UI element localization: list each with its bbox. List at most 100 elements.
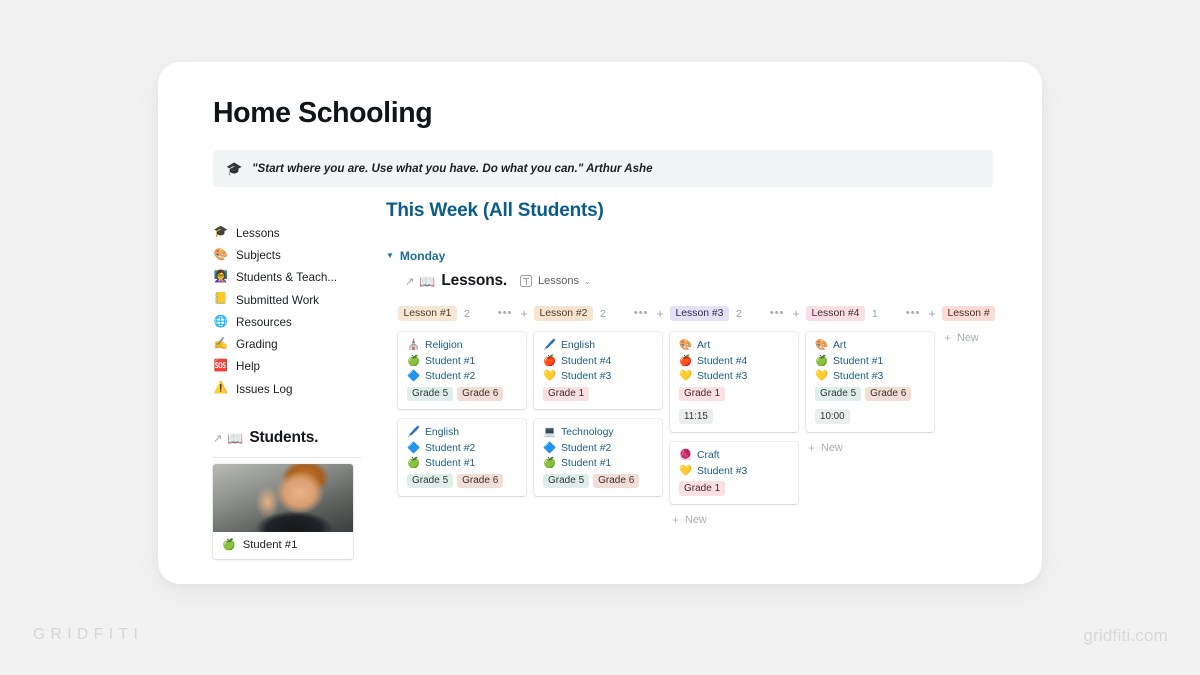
column-badge[interactable]: Lesson # bbox=[942, 305, 996, 322]
column-menu-icon[interactable]: ••• bbox=[498, 308, 513, 319]
student-label: Student #2 bbox=[425, 371, 476, 382]
screenshot-stage: GRIDFITI gridfiti.com Home Schooling 🎓 "… bbox=[0, 0, 1200, 675]
board-column: Lesson #4 1 ••• + 🎨 Art 🍏 Student #1 💛 Student #3… bbox=[806, 304, 942, 526]
student-label: Student #1 bbox=[425, 355, 476, 367]
board-view-icon bbox=[520, 275, 532, 287]
board-card[interactable]: 🖊️ English 🔷 Student #2 🍏 Student #1 Grade 5 Gr… bbox=[398, 419, 526, 496]
student-icon: 🔷 bbox=[543, 441, 557, 454]
board-column: Lesson #2 2 ••• + 🖊️ English 🍎 Student #4 💛 Stude… bbox=[534, 304, 670, 526]
open-link-icon: ↗ bbox=[213, 432, 223, 445]
card-time-row: 11:15 bbox=[679, 406, 789, 424]
grade-tag: Grade 1 bbox=[679, 481, 726, 496]
add-card-icon[interactable]: + bbox=[792, 307, 800, 320]
card-student-row: 🍏 Student #1 bbox=[543, 458, 653, 469]
sidebar-item-label: Help bbox=[236, 360, 261, 374]
subject-icon: 🎨 bbox=[815, 339, 829, 352]
sidebar-item-subjects[interactable]: 🎨 Subjects bbox=[213, 244, 363, 266]
chevron-down-icon: ▼ bbox=[386, 251, 394, 260]
student-label: Student #4 bbox=[697, 355, 748, 367]
board-column-body: + New bbox=[942, 332, 1031, 344]
student-icon: 💛 bbox=[543, 370, 557, 383]
sidebar-item-students-teach[interactable]: 👩‍🏫 Students & Teach... bbox=[213, 267, 363, 289]
group-label: Monday bbox=[399, 249, 446, 263]
plus-icon: + bbox=[944, 331, 952, 345]
quote-callout: 🎓 "Start where you are. Use what you hav… bbox=[213, 150, 993, 187]
column-menu-icon[interactable]: ••• bbox=[770, 308, 785, 319]
grade-tag: Grade 1 bbox=[543, 386, 590, 401]
grade-tag: Grade 1 bbox=[679, 386, 726, 401]
add-card-icon[interactable]: + bbox=[520, 307, 528, 320]
column-badge[interactable]: Lesson #3 bbox=[670, 305, 729, 322]
card-tag-row: Grade 1 bbox=[543, 386, 653, 401]
column-badge[interactable]: Lesson #2 bbox=[534, 305, 593, 322]
subject-label: Art bbox=[697, 340, 711, 351]
board-card[interactable]: 🖊️ English 🍎 Student #4 💛 Student #3 Grade 1 bbox=[534, 332, 662, 409]
student-label: Student #1 bbox=[425, 458, 476, 469]
main-content: This Week (All Students) ▼ Monday ↗ 📖 Le… bbox=[386, 200, 1031, 570]
student-gallery-card[interactable]: 🍏 Student #1 bbox=[213, 464, 353, 559]
subject-icon: 🧶 bbox=[679, 449, 693, 462]
board-column-header: Lesson #2 2 ••• + bbox=[534, 304, 670, 323]
time-badge: 11:15 bbox=[679, 409, 713, 424]
group-toggle-monday[interactable]: ▼ Monday bbox=[386, 249, 1031, 263]
card-student-row: 🔷 Student #2 bbox=[407, 443, 517, 454]
new-card-button[interactable]: + New bbox=[670, 514, 806, 526]
view-selector[interactable]: Lessons ⌄ bbox=[520, 275, 591, 287]
student-icon: 🍏 bbox=[543, 457, 557, 470]
card-student-row: 🍏 Student #1 bbox=[407, 458, 517, 469]
warning-emoji: ⚠️ bbox=[213, 382, 229, 395]
add-card-icon[interactable]: + bbox=[656, 307, 664, 320]
pencil-emoji: ✍️ bbox=[213, 337, 229, 350]
card-subject-row: ⛪ Religion bbox=[407, 340, 517, 351]
card-student-row: 💛 Student #3 bbox=[543, 371, 653, 382]
new-card-button[interactable]: + New bbox=[942, 332, 1031, 344]
open-link-icon[interactable]: ↗ bbox=[405, 275, 414, 288]
student-icon: 💛 bbox=[679, 464, 693, 477]
add-card-icon[interactable]: + bbox=[928, 307, 936, 320]
new-card-button[interactable]: + New bbox=[806, 442, 942, 454]
column-badge[interactable]: Lesson #1 bbox=[398, 305, 457, 322]
sidebar-item-grading[interactable]: ✍️ Grading bbox=[213, 333, 363, 355]
card-subject-row: 🖊️ English bbox=[543, 340, 653, 351]
student-icon: 🍏 bbox=[407, 457, 421, 470]
column-count: 1 bbox=[871, 307, 878, 320]
new-card-label: New bbox=[957, 332, 979, 344]
column-menu-icon[interactable]: ••• bbox=[634, 308, 649, 319]
sidebar-item-issues-log[interactable]: ⚠️ Issues Log bbox=[213, 378, 363, 400]
card-student-row: 🍏 Student #1 bbox=[815, 356, 925, 367]
graduation-cap-icon: 🎓 bbox=[226, 161, 243, 176]
student-label: Student #1 bbox=[561, 458, 612, 469]
card-tag-row: Grade 5 Grade 6 bbox=[407, 386, 517, 401]
column-menu-icon[interactable]: ••• bbox=[906, 308, 921, 319]
view-name: Lessons bbox=[538, 275, 579, 287]
board-column-header: Lesson #4 1 ••• + bbox=[806, 304, 942, 323]
student-icon: 🍏 bbox=[815, 354, 829, 367]
board-card[interactable]: 💻 Technology 🔷 Student #2 🍏 Student #1 Grade 5… bbox=[534, 419, 662, 496]
sidebar-item-submitted-work[interactable]: 📒 Submitted Work bbox=[213, 289, 363, 311]
subject-label: Technology bbox=[561, 427, 614, 438]
board-card[interactable]: 🧶 Craft 💛 Student #3 Grade 1 bbox=[670, 442, 798, 504]
time-badge: 10:00 bbox=[815, 409, 850, 424]
sidebar-item-label: Resources bbox=[236, 315, 292, 329]
watermark-left: GRIDFITI bbox=[33, 626, 144, 643]
student-card-meta: 🍏 Student #1 bbox=[213, 532, 353, 559]
student-icon: 🔷 bbox=[407, 441, 421, 454]
board-card[interactable]: 🎨 Art 🍎 Student #4 💛 Student #3 Grade 1 11:15 bbox=[670, 332, 798, 432]
sidebar-item-lessons[interactable]: 🎓 Lessons bbox=[213, 222, 363, 244]
student-icon: 🍎 bbox=[679, 354, 693, 367]
books-icon: 📖 bbox=[227, 430, 244, 446]
card-tag-row: Grade 5 Grade 6 bbox=[407, 473, 517, 488]
column-badge[interactable]: Lesson #4 bbox=[806, 305, 865, 322]
students-section-header[interactable]: ↗ 📖 Students. bbox=[213, 429, 361, 458]
board-column-header: Lesson #1 2 ••• + bbox=[398, 304, 534, 323]
column-count: 2 bbox=[599, 307, 606, 320]
watermark-right: gridfiti.com bbox=[1083, 626, 1168, 645]
student-icon: 💛 bbox=[679, 370, 693, 383]
lessons-database-header: ↗ 📖 Lessons. Lessons ⌄ bbox=[405, 272, 1031, 290]
board-card[interactable]: 🎨 Art 🍏 Student #1 💛 Student #3 Grade 5 Grade 6… bbox=[806, 332, 934, 432]
sidebar-item-resources[interactable]: 🌐 Resources bbox=[213, 311, 363, 333]
board-card[interactable]: ⛪ Religion 🍏 Student #1 🔷 Student #2 Grade 5 Gr… bbox=[398, 332, 526, 409]
student-label: Student #3 bbox=[833, 371, 884, 382]
grade-tag: Grade 6 bbox=[865, 386, 912, 401]
sidebar-item-help[interactable]: 🆘 Help bbox=[213, 356, 363, 378]
